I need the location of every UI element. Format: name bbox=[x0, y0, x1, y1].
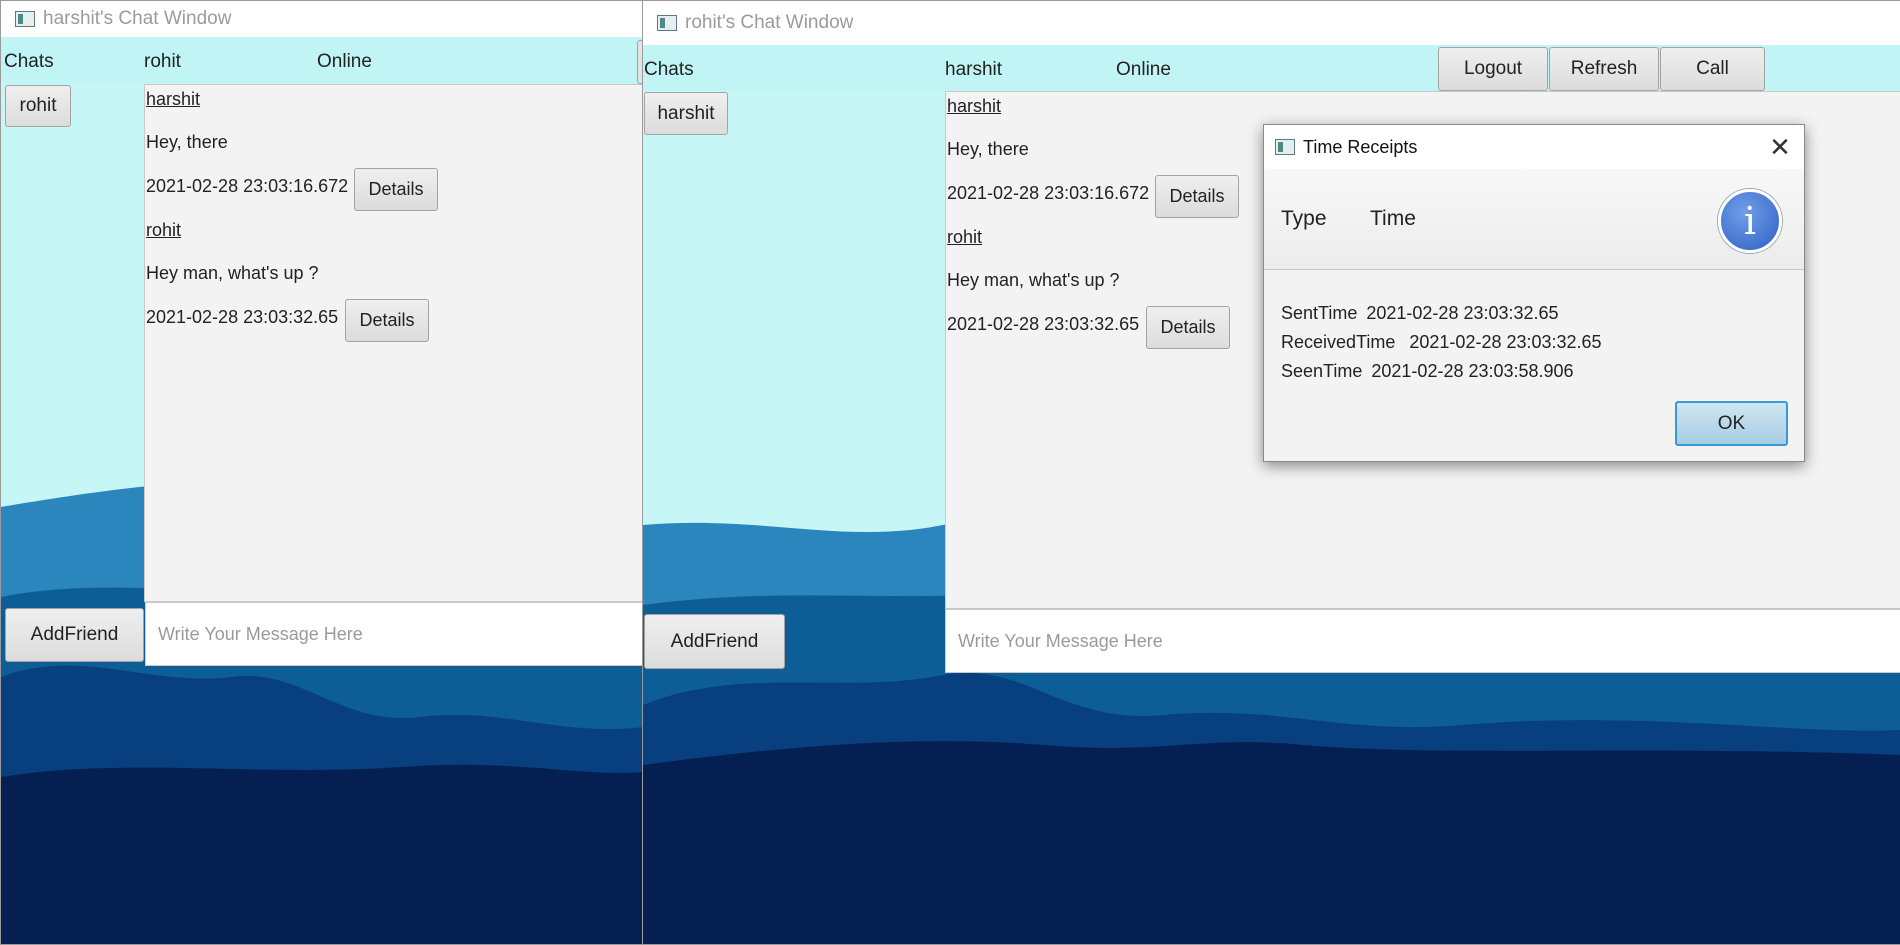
message-sender: rohit bbox=[146, 220, 182, 240]
receipt-row-sent: SentTime 2021-02-28 23:03:32.65 bbox=[1281, 303, 1559, 324]
message-text: Hey man, what's up ? bbox=[947, 270, 1120, 290]
message-input[interactable] bbox=[145, 602, 643, 666]
call-button[interactable]: Call bbox=[1660, 47, 1765, 91]
info-icon: i bbox=[1718, 189, 1782, 253]
app-icon bbox=[15, 11, 35, 27]
receipt-time: 2021-02-28 23:03:32.65 bbox=[1366, 303, 1559, 323]
chats-label: Chats bbox=[4, 51, 54, 72]
message-input[interactable] bbox=[945, 609, 1900, 673]
receipt-time: 2021-02-28 23:03:58.906 bbox=[1371, 361, 1574, 381]
message-time: 2021-02-28 23:03:32.65 bbox=[146, 307, 339, 327]
chat-window-harshit: harshit's Chat Window Chats rohit Online… bbox=[0, 0, 644, 945]
time-column-header: Time bbox=[1370, 207, 1416, 230]
dialog-titlebar[interactable]: Time Receipts ✕ bbox=[1264, 125, 1804, 169]
message-text: Hey man, what's up ? bbox=[146, 263, 319, 283]
dialog-header: Type Time i bbox=[1264, 169, 1804, 270]
message-sender: harshit bbox=[146, 89, 201, 109]
add-friend-button[interactable]: AddFriend bbox=[644, 614, 785, 669]
type-column-header: Type bbox=[1281, 207, 1327, 230]
refresh-button[interactable]: Refresh bbox=[1549, 47, 1659, 91]
details-button[interactable]: Details bbox=[345, 299, 429, 342]
window-title: harshit's Chat Window bbox=[43, 8, 232, 29]
message-text: Hey, there bbox=[146, 132, 228, 152]
chat-header: Chats harshit Online Logout Refresh Call bbox=[643, 45, 1900, 91]
logout-button[interactable]: Logout bbox=[1438, 47, 1548, 91]
window-title: rohit's Chat Window bbox=[685, 12, 854, 33]
message-sender: harshit bbox=[947, 96, 1002, 116]
friend-name-label: harshit bbox=[945, 59, 1003, 80]
dialog-title: Time Receipts bbox=[1303, 136, 1418, 157]
message-time: 2021-02-28 23:03:16.672 bbox=[146, 176, 349, 196]
details-button[interactable]: Details bbox=[354, 168, 438, 211]
receipt-type: SeenTime bbox=[1281, 361, 1363, 381]
friend-button-harshit[interactable]: harshit bbox=[644, 92, 728, 135]
receipt-row-received: ReceivedTime 2021-02-28 23:03:32.65 bbox=[1281, 332, 1602, 353]
time-receipts-dialog: Time Receipts ✕ Type Time i SentTime 202… bbox=[1263, 124, 1805, 462]
friend-name-label: rohit bbox=[144, 51, 181, 72]
chat-header: Chats rohit Online bbox=[1, 37, 643, 84]
receipt-row-seen: SeenTime 2021-02-28 23:03:58.906 bbox=[1281, 361, 1574, 382]
window-client-area: Chats rohit Online rohit harshit Hey, th… bbox=[1, 37, 643, 944]
details-button[interactable]: Details bbox=[1155, 175, 1239, 218]
app-icon bbox=[1275, 139, 1295, 155]
chat-messages-pane[interactable]: harshit Hey, there 2021-02-28 23:03:16.6… bbox=[144, 84, 643, 602]
message-time: 2021-02-28 23:03:16.672 bbox=[947, 183, 1150, 203]
status-label: Online bbox=[1116, 59, 1171, 80]
message-sender: rohit bbox=[947, 227, 983, 247]
app-icon bbox=[657, 15, 677, 31]
add-friend-button[interactable]: AddFriend bbox=[5, 608, 144, 662]
chats-label: Chats bbox=[644, 59, 694, 80]
friend-button-rohit[interactable]: rohit bbox=[5, 85, 71, 127]
window-titlebar[interactable]: rohit's Chat Window bbox=[643, 1, 1900, 45]
window-titlebar[interactable]: harshit's Chat Window bbox=[1, 1, 643, 37]
receipt-time: 2021-02-28 23:03:32.65 bbox=[1404, 332, 1602, 352]
details-button[interactable]: Details bbox=[1146, 306, 1230, 349]
status-label: Online bbox=[317, 51, 372, 72]
receipt-type: ReceivedTime bbox=[1281, 332, 1396, 352]
message-text: Hey, there bbox=[947, 139, 1029, 159]
ok-button[interactable]: OK bbox=[1675, 401, 1788, 446]
close-icon[interactable]: ✕ bbox=[1766, 132, 1794, 162]
receipt-type: SentTime bbox=[1281, 303, 1358, 323]
message-time: 2021-02-28 23:03:32.65 bbox=[947, 314, 1140, 334]
